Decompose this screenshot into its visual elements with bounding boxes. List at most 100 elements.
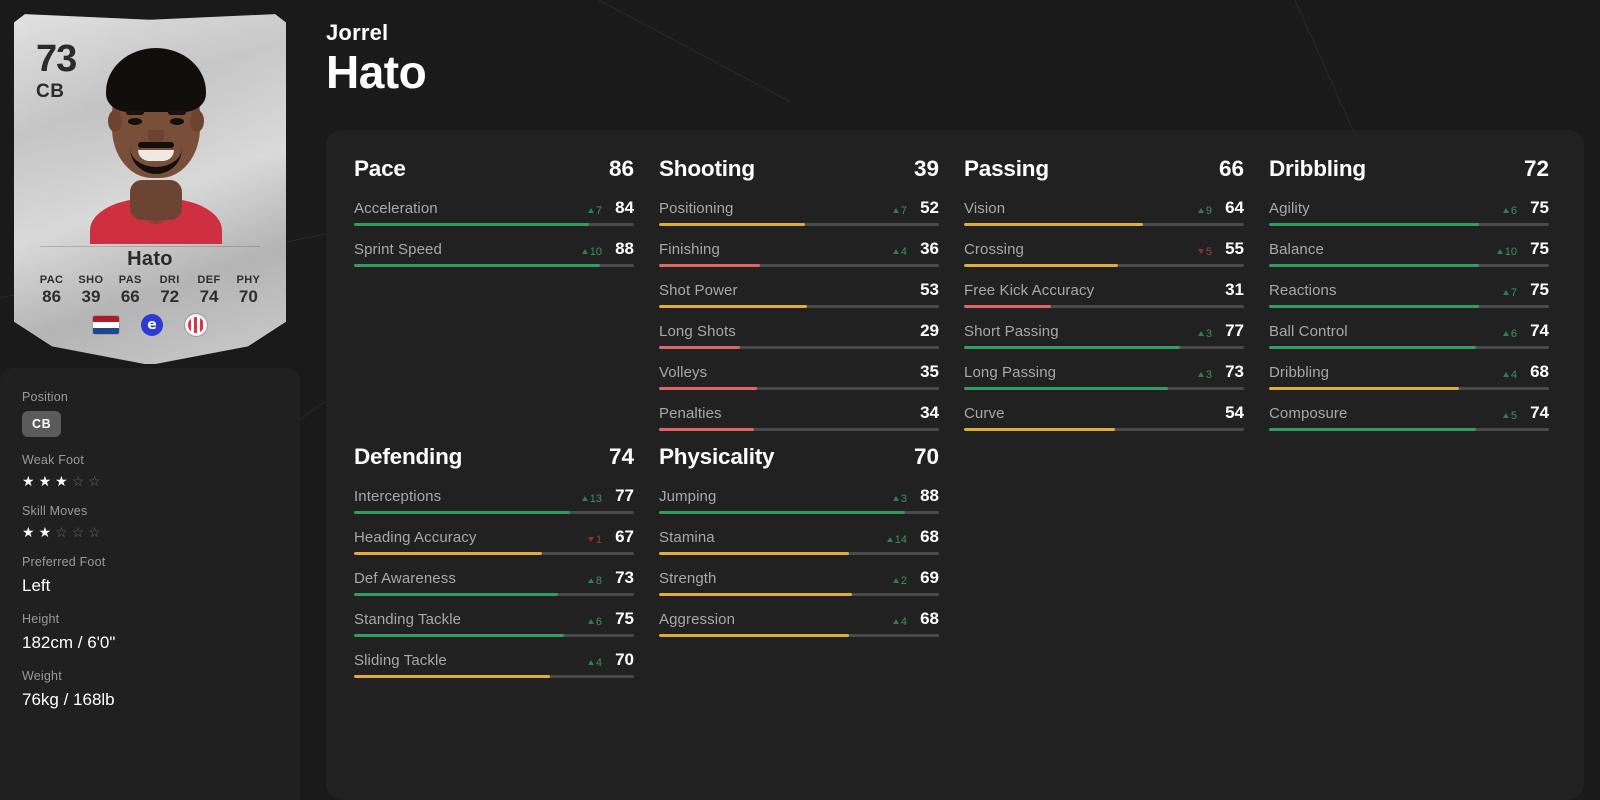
- stat-row[interactable]: Penalties 34: [659, 403, 939, 431]
- stat-row[interactable]: Ball Control 6 74: [1269, 321, 1549, 349]
- stat-delta: 4: [1502, 369, 1517, 381]
- stat-delta: 2: [892, 575, 907, 587]
- stat-line: Agility 6 75: [1269, 198, 1549, 218]
- stat-delta: 3: [892, 493, 907, 505]
- stat-row[interactable]: Composure 5 74: [1269, 403, 1549, 431]
- stat-right: 4 70: [587, 650, 634, 670]
- stat-line: Reactions 7 75: [1269, 280, 1549, 300]
- stat-bar-track: [659, 223, 939, 226]
- stat-row[interactable]: Strength 2 69: [659, 568, 939, 596]
- stat-row[interactable]: Heading Accuracy 1 67: [354, 527, 634, 555]
- stat-right: 5 74: [1502, 403, 1549, 423]
- stat-row[interactable]: Short Passing 3 77: [964, 321, 1244, 349]
- stat-right: 3 88: [892, 486, 939, 506]
- stat-delta-value: 7: [1510, 286, 1517, 299]
- stat-name: Crossing: [964, 241, 1024, 258]
- stat-row[interactable]: Vision 9 64: [964, 198, 1244, 226]
- stat-bar-track: [659, 634, 939, 637]
- delta-down-triangle-icon: [1197, 249, 1204, 254]
- star-icon: ★: [38, 524, 52, 540]
- stat-row[interactable]: Sprint Speed 10 88: [354, 239, 634, 267]
- stat-bar-fill: [659, 264, 760, 267]
- stat-delta: 4: [892, 246, 907, 258]
- stat-row[interactable]: Reactions 7 75: [1269, 280, 1549, 308]
- stat-bar-track: [354, 675, 634, 678]
- attribute-group-passing: Passing 66 Vision 9 64 Crossing 5 55 Free Kick A…: [964, 156, 1244, 444]
- stat-bar-fill: [354, 223, 590, 226]
- player-card[interactable]: 73 CB Hato PAC 86 SHO 39 PAS 66 DRI 72 D…: [14, 12, 286, 364]
- stat-right: 3 73: [1197, 362, 1244, 382]
- stat-right: 7 84: [587, 198, 634, 218]
- stat-row[interactable]: Standing Tackle 6 75: [354, 609, 634, 637]
- card-stat: PAS 66: [111, 274, 150, 307]
- stat-right: 10 88: [581, 239, 634, 259]
- stat-row[interactable]: Stamina 14 68: [659, 527, 939, 555]
- group-title: Defending: [354, 444, 463, 469]
- stat-row[interactable]: Balance 10 75: [1269, 239, 1549, 267]
- stat-line: Volleys 35: [659, 362, 939, 382]
- stat-line: Ball Control 6 74: [1269, 321, 1549, 341]
- stat-row[interactable]: Long Passing 3 73: [964, 362, 1244, 390]
- stat-bar-fill: [659, 511, 906, 514]
- star-icon: ☆: [71, 524, 85, 540]
- stat-bar-track: [354, 634, 634, 637]
- card-badge-row: e: [14, 314, 286, 336]
- attributes-panel: Pace 86 Acceleration 7 84 Sprint Speed 10 88 Sho…: [326, 130, 1584, 800]
- stat-row[interactable]: Def Awareness 8 73: [354, 568, 634, 596]
- stat-row[interactable]: Positioning 7 52: [659, 198, 939, 226]
- stat-row[interactable]: Agility 6 75: [1269, 198, 1549, 226]
- stat-row[interactable]: Free Kick Accuracy 31: [964, 280, 1244, 308]
- stat-row[interactable]: Shot Power 53: [659, 280, 939, 308]
- delta-up-triangle-icon: [886, 537, 893, 542]
- stat-right: 1 67: [587, 527, 634, 547]
- stat-value: 55: [1225, 239, 1244, 258]
- stat-row[interactable]: Volleys 35: [659, 362, 939, 390]
- star-icon: ★: [38, 473, 52, 489]
- position-chip[interactable]: CB: [22, 411, 62, 437]
- stat-value: 68: [920, 609, 939, 628]
- delta-up-triangle-icon: [1502, 208, 1509, 213]
- stat-right: 7 75: [1502, 280, 1549, 300]
- stat-row[interactable]: Curve 54: [964, 403, 1244, 431]
- stat-delta-value: 4: [900, 615, 907, 628]
- delta-up-triangle-icon: [892, 619, 899, 624]
- stat-value: 67: [615, 527, 634, 546]
- stat-delta-value: 6: [1510, 327, 1517, 340]
- stat-value: 73: [1225, 362, 1244, 381]
- stat-name: Aggression: [659, 611, 736, 628]
- stat-row[interactable]: Long Shots 29: [659, 321, 939, 349]
- stat-name: Shot Power: [659, 282, 738, 299]
- info-height-label: Height: [22, 612, 60, 626]
- player-stats-page: 73 CB Hato PAC 86 SHO 39 PAS 66 DRI 72 D…: [0, 0, 1600, 800]
- stat-name: Volleys: [659, 364, 708, 381]
- stat-row[interactable]: Sliding Tackle 4 70: [354, 650, 634, 678]
- stat-row[interactable]: Aggression 4 68: [659, 609, 939, 637]
- stat-row[interactable]: Dribbling 4 68: [1269, 362, 1549, 390]
- stat-bar-fill: [659, 428, 755, 431]
- stat-line: Finishing 4 36: [659, 239, 939, 259]
- stat-right: 10 75: [1496, 239, 1549, 259]
- stat-value: 84: [615, 198, 634, 217]
- group-value: 86: [608, 156, 634, 181]
- group-title: Shooting: [659, 156, 755, 181]
- stat-line: Jumping 3 88: [659, 486, 939, 506]
- stat-row[interactable]: Finishing 4 36: [659, 239, 939, 267]
- stat-bar-track: [1269, 428, 1549, 431]
- stat-right: 6 75: [587, 609, 634, 629]
- stat-line: Shot Power 53: [659, 280, 939, 300]
- stat-row[interactable]: Acceleration 7 84: [354, 198, 634, 226]
- stat-row[interactable]: Crossing 5 55: [964, 239, 1244, 267]
- star-icon: ☆: [88, 524, 101, 540]
- stat-delta-value: 14: [894, 533, 907, 546]
- stat-right: 14 68: [886, 527, 939, 547]
- info-preferred-foot-label: Preferred Foot: [22, 555, 106, 569]
- stat-row[interactable]: Interceptions 13 77: [354, 486, 634, 514]
- stat-value: 69: [920, 568, 939, 587]
- delta-up-triangle-icon: [587, 208, 594, 213]
- card-stat-label: DEF: [197, 274, 221, 286]
- stat-bar-fill: [1269, 387, 1460, 390]
- stat-row[interactable]: Jumping 3 88: [659, 486, 939, 514]
- stat-delta-value: 1: [595, 533, 602, 546]
- delta-up-triangle-icon: [587, 619, 594, 624]
- portrait-ear-left: [108, 110, 122, 132]
